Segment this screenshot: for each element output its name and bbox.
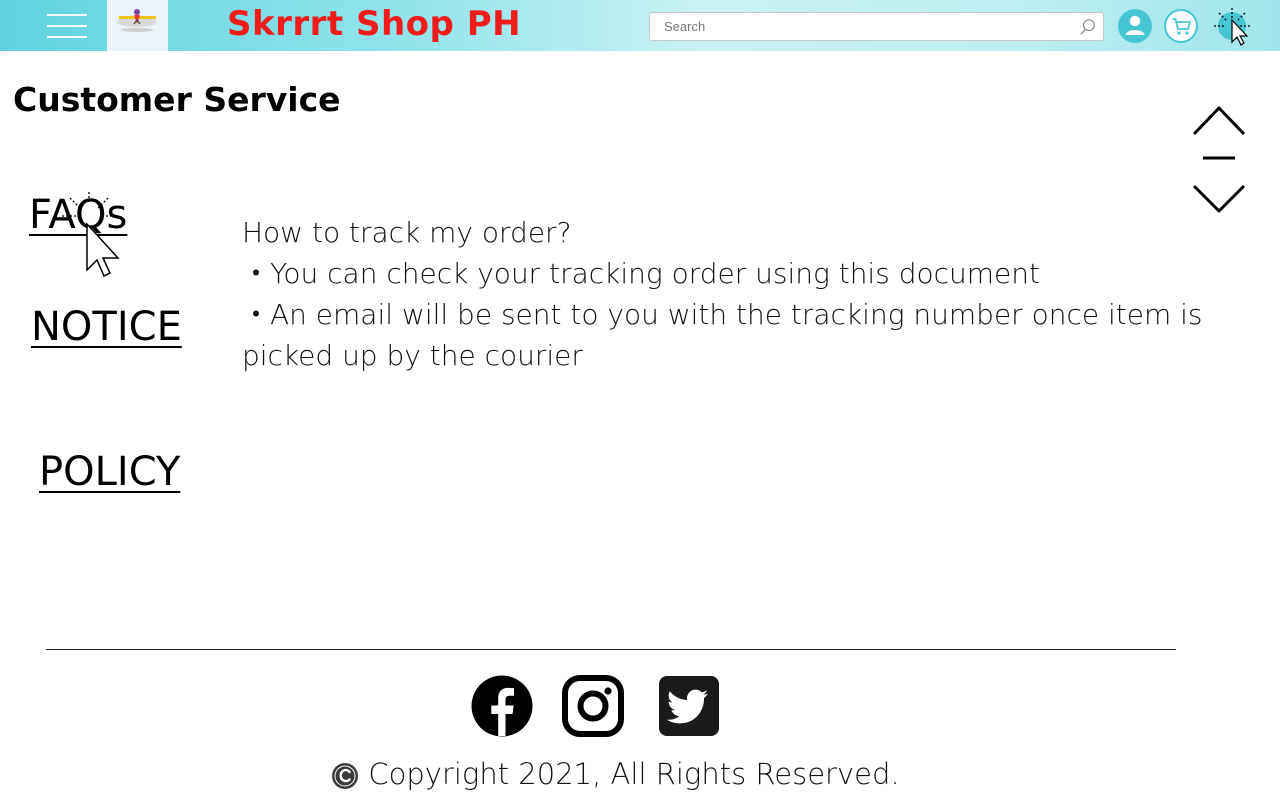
- account-icon[interactable]: [1118, 9, 1152, 43]
- search-box[interactable]: [649, 12, 1104, 41]
- page-nav-arrows: [1192, 106, 1246, 213]
- menu-line: [47, 14, 87, 16]
- faq-question: How to track my order?: [242, 216, 572, 249]
- footer-divider: [46, 649, 1176, 650]
- top-bar: Skrrrt Shop PH: [0, 0, 1280, 51]
- faq-answer-bullet: ・You can check your tracking order using…: [242, 257, 1040, 290]
- site-logo[interactable]: [107, 0, 168, 51]
- chevron-down-icon: [1192, 184, 1246, 213]
- copyright-notice: Copyright 2021, All Rights Reserved.: [0, 757, 1230, 791]
- chevron-up-icon: [1192, 106, 1246, 136]
- sidebar-link-policy[interactable]: POLICY: [39, 449, 180, 495]
- copyright-icon: [332, 763, 359, 789]
- sidebar-link-notice[interactable]: NOTICE: [31, 304, 182, 350]
- menu-line: [47, 36, 87, 38]
- mouse-cursor-icon: [62, 192, 120, 278]
- page-title: Customer Service: [13, 80, 341, 119]
- notification-icon[interactable]: [1212, 6, 1252, 46]
- instagram-icon[interactable]: [562, 675, 624, 737]
- facebook-icon[interactable]: [471, 675, 533, 737]
- search-icon[interactable]: [1079, 18, 1097, 36]
- hamburger-menu-button[interactable]: [26, 4, 106, 47]
- search-input[interactable]: [650, 13, 1070, 40]
- faq-content: How to track my order? ・You can check yo…: [242, 212, 1242, 376]
- menu-line: [47, 25, 87, 27]
- faq-answer-bullet: ・An email will be sent to you with the t…: [242, 298, 1203, 372]
- site-title[interactable]: Skrrrt Shop PH: [227, 4, 521, 44]
- twitter-icon[interactable]: [658, 675, 720, 737]
- cart-icon[interactable]: [1164, 9, 1198, 43]
- copyright-text: Copyright 2021, All Rights Reserved.: [368, 757, 900, 791]
